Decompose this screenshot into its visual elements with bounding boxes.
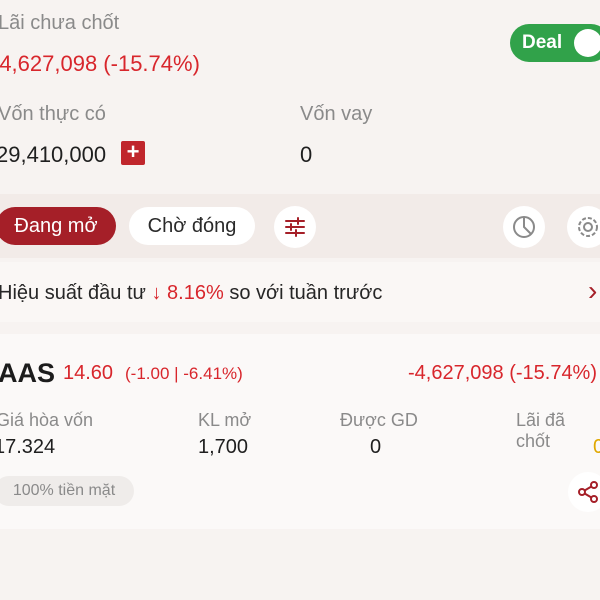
realized-pnl-value: 0 [593,436,600,458]
cash-badge: 100% tiền mặt [0,476,134,506]
breakeven-value: 17.324 [0,436,56,458]
real-capital-value: 29,410,000 [0,142,107,167]
real-capital-label: Vốn thực có [0,103,106,125]
unrealized-pnl-value: -4,627,098 (-15.74%) [0,51,200,76]
unrealized-pnl-label: Lãi chưa chốt [0,12,120,34]
deal-toggle-label: Deal [522,32,563,53]
loan-value: 0 [300,142,313,167]
tab-open[interactable]: Đang mở [0,207,116,245]
position-price: 14.60 [63,362,114,384]
realized-pnl-label: Lãi đã chốt [516,410,566,451]
open-volume-value: 1,700 [198,436,249,458]
tab-pending-close[interactable]: Chờ đóng [129,207,255,245]
loan-label: Vốn vay [300,103,373,125]
tradable-value: 0 [370,436,382,458]
position-pnl: -4,627,098 (-15.74%) [408,362,598,384]
add-capital-button[interactable]: + [121,141,145,165]
performance-text: Hiệu suất đầu tư ↓ 8.16% so với tuần trư… [0,282,382,305]
position-symbol: AAS [0,358,56,388]
filter-button[interactable] [274,206,316,248]
performance-value: 8.16% [167,282,224,304]
performance-suffix: so với tuần trước [229,282,383,304]
gear-icon [578,217,598,237]
tradable-label: Được GD [340,410,418,430]
bottom-area [0,529,600,600]
share-icon [578,481,598,503]
breakeven-label: Giá hòa vốn [0,410,94,430]
performance-prefix: Hiệu suất đầu tư [0,282,146,304]
share-button[interactable] [568,472,600,512]
position-change: (-1.00 | -6.41%) [125,364,243,383]
chart-button[interactable] [503,206,545,248]
open-volume-label: KL mở [198,410,252,430]
chevron-right-icon[interactable]: › [588,275,597,307]
pie-chart-icon [513,216,535,238]
down-arrow-icon: ↓ [151,282,162,304]
sliders-icon [285,217,305,237]
toggle-knob [574,29,600,57]
